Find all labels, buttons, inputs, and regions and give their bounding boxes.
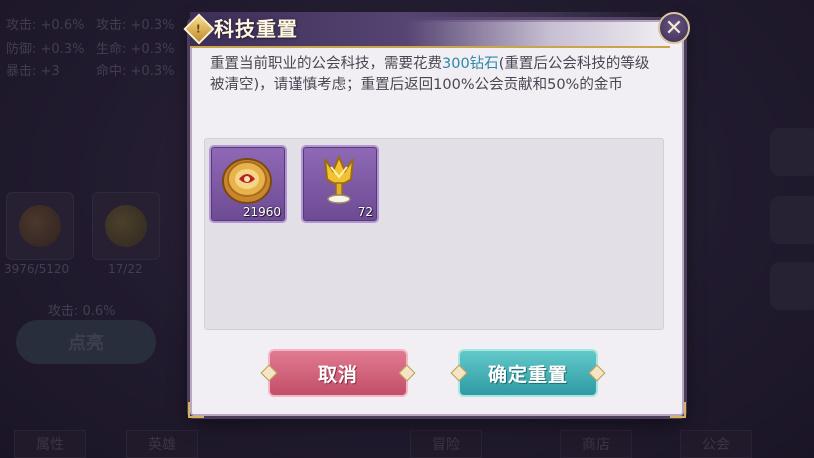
refund-items-panel: 21960 72	[204, 138, 664, 330]
refund-item-guild-coin[interactable]: 21960	[209, 145, 287, 223]
dialog-title-bar: ! 科技重置	[183, 12, 670, 48]
cancel-button[interactable]: 取消	[268, 349, 408, 397]
item-count: 72	[357, 205, 373, 219]
diamond-cost: 300钻石	[442, 56, 499, 72]
item-count: 21960	[242, 205, 281, 219]
close-icon: ✕	[664, 15, 684, 41]
tech-reset-dialog: ! 科技重置 ✕ 重置当前职业的公会科技，需要花费300钻石(重置后公会科技的等…	[183, 12, 690, 418]
dialog-corner-ornament	[188, 402, 204, 418]
refund-item-trophy[interactable]: 72	[301, 145, 379, 223]
reset-description: 重置当前职业的公会科技，需要花费300钻石(重置后公会科技的等级被清空)，请谨慎…	[210, 56, 650, 93]
golden-trophy-icon	[324, 154, 354, 204]
guild-coin-icon	[222, 158, 272, 204]
dialog-corner-ornament	[670, 402, 686, 418]
close-button[interactable]: ✕	[654, 8, 694, 48]
confirm-reset-button[interactable]: 确定重置	[458, 349, 598, 397]
dialog-title: 科技重置	[214, 17, 298, 41]
